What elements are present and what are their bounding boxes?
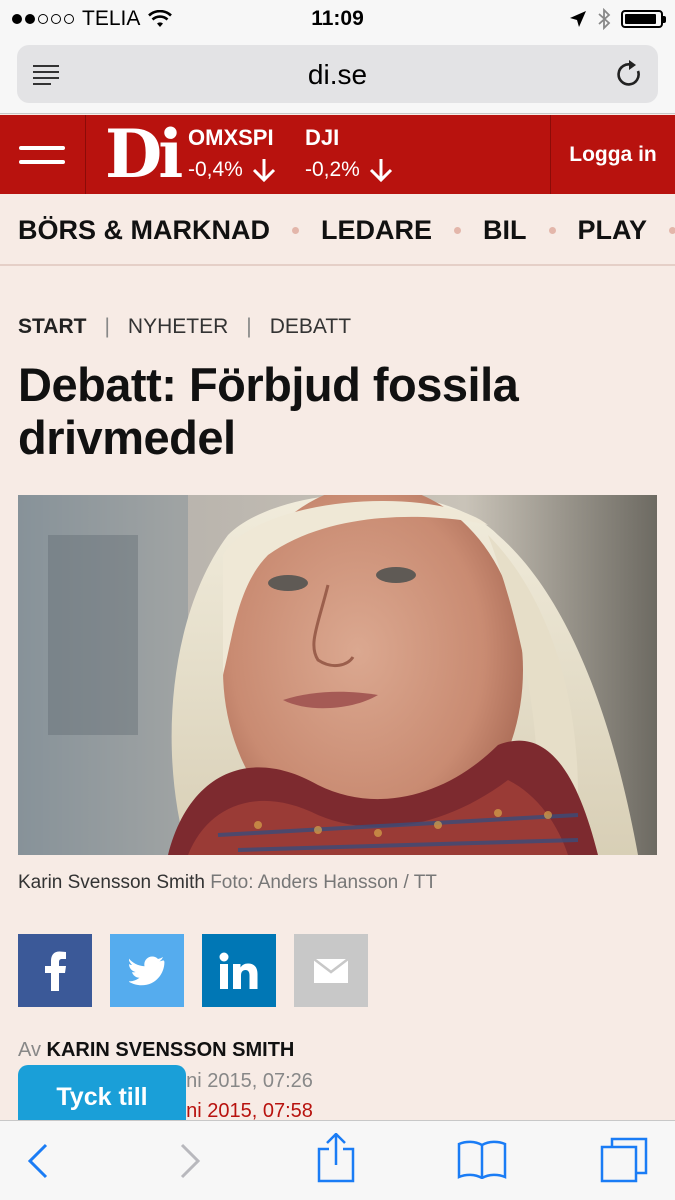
nav-separator	[454, 227, 462, 234]
email-share-button[interactable]	[294, 934, 368, 1007]
breadcrumb-nyheter[interactable]: NYHETER	[128, 315, 228, 339]
address-bar[interactable]: di.se	[17, 45, 658, 103]
bookmarks-icon[interactable]	[457, 1139, 507, 1179]
breadcrumb-debatt[interactable]: DEBATT	[270, 315, 351, 339]
twitter-share-button[interactable]	[110, 934, 184, 1007]
article-headline: Debatt: Förbjud fossila drivmedel	[18, 358, 519, 464]
byline-prefix: Av	[18, 1039, 41, 1061]
nav-separator	[669, 227, 675, 234]
share-icon[interactable]	[317, 1133, 355, 1183]
ticker-dji[interactable]: DJI -0,2%	[305, 125, 394, 183]
page: TELIA 11:09 di.se Di OMXSPI -0,4% DJI -0…	[0, 0, 675, 1200]
status-bar: TELIA 11:09	[0, 0, 675, 38]
twitter-icon	[129, 956, 165, 985]
tabs-icon[interactable]	[600, 1137, 648, 1183]
location-arrow-icon	[570, 11, 586, 27]
site-header: Di OMXSPI -0,4% DJI -0,2% Logga in	[0, 115, 675, 194]
forward-icon[interactable]	[178, 1143, 202, 1179]
reload-icon[interactable]	[616, 59, 644, 89]
linkedin-icon	[219, 952, 258, 989]
caption-name: Karin Svensson Smith	[18, 872, 205, 893]
byline: Av KARIN SVENSSON SMITH	[18, 1039, 294, 1062]
envelope-icon	[314, 958, 348, 983]
nav-separator	[292, 227, 299, 234]
facebook-icon	[45, 951, 66, 991]
menu-button[interactable]	[0, 115, 86, 194]
menu-bar-icon	[19, 146, 65, 150]
login-button[interactable]: Logga in	[550, 115, 675, 194]
back-icon[interactable]	[26, 1143, 50, 1179]
url-text[interactable]: di.se	[17, 59, 658, 91]
linkedin-share-button[interactable]	[202, 934, 276, 1007]
menu-bar-icon	[19, 160, 65, 164]
published-date: uni 2015, 07:26	[175, 1070, 313, 1092]
author-name[interactable]: KARIN SVENSSON SMITH	[47, 1039, 295, 1061]
arrow-down-icon	[369, 159, 392, 183]
ticker-change: -0,2%	[305, 158, 360, 181]
browser-toolbar	[0, 1120, 675, 1200]
portrait-illustration	[18, 495, 657, 855]
battery-icon	[621, 10, 666, 28]
section-nav: BÖRS & MARKNAD LEDARE BIL PLAY	[0, 194, 675, 266]
ticker-change: -0,4%	[188, 158, 243, 181]
bluetooth-icon	[598, 8, 611, 30]
article-photo	[18, 495, 657, 855]
arrow-down-icon	[252, 159, 275, 183]
facebook-share-button[interactable]	[18, 934, 92, 1007]
photo-caption: Karin Svensson Smith Foto: Anders Hansso…	[18, 872, 437, 894]
nav-item-bil[interactable]: BIL	[483, 215, 527, 246]
di-logo[interactable]: Di	[105, 121, 183, 187]
ticker-omxspi[interactable]: OMXSPI -0,4%	[188, 125, 277, 183]
nav-separator	[548, 227, 556, 234]
nav-item-play[interactable]: PLAY	[578, 215, 648, 246]
breadcrumb-separator: |	[104, 315, 110, 338]
share-buttons	[18, 934, 368, 1007]
status-right	[569, 8, 666, 30]
nav-item-ledare[interactable]: LEDARE	[321, 215, 432, 246]
ticker-name: OMXSPI	[188, 125, 274, 150]
breadcrumb-separator: |	[246, 315, 252, 338]
nav-item-bors-marknad[interactable]: BÖRS & MARKNAD	[18, 215, 270, 246]
breadcrumb: START | NYHETER | DEBATT	[18, 315, 351, 339]
browser-address-area: di.se	[0, 38, 675, 114]
caption-credit: Foto: Anders Hansson / TT	[210, 872, 437, 893]
ticker-name: DJI	[305, 125, 340, 150]
breadcrumb-start[interactable]: START	[18, 315, 86, 339]
